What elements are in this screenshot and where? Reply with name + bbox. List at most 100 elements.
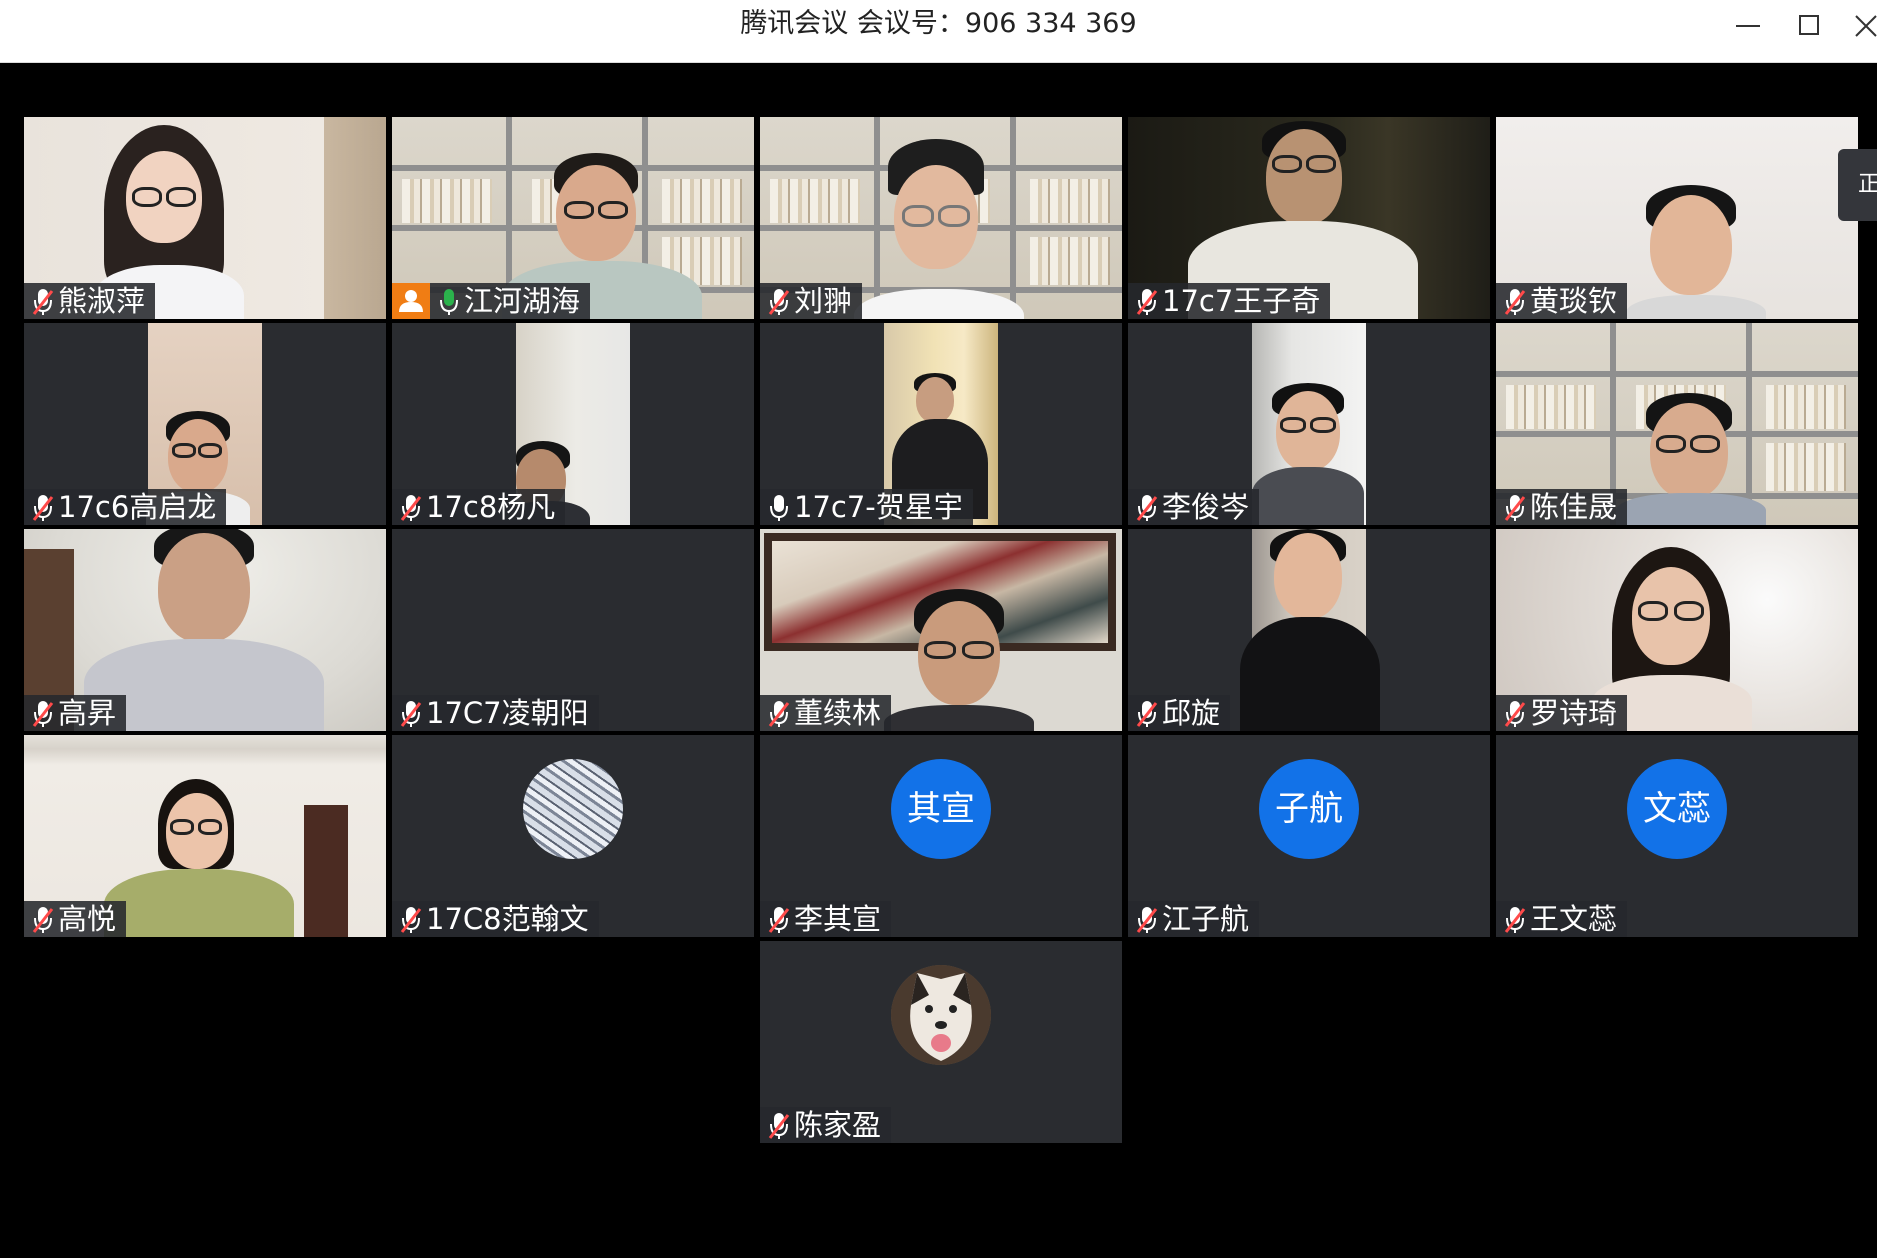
participant-name: 陈家盈 [794, 1108, 882, 1142]
participant-tile[interactable]: 熊淑萍 [24, 117, 386, 319]
host-badge [392, 283, 430, 319]
mic-muted-icon [1502, 286, 1528, 316]
person-icon [399, 290, 423, 312]
mic-muted-icon [398, 492, 424, 522]
participant-name-label: 17c6高启龙 [24, 489, 227, 525]
participant-name-label: 高悦 [24, 901, 127, 937]
participant-name: 李俊岑 [1162, 490, 1250, 524]
mic-muted-icon [1134, 904, 1160, 934]
avatar [523, 759, 623, 859]
maximize-button[interactable] [1782, 6, 1834, 46]
maximize-icon [1799, 15, 1819, 35]
mic-muted-icon [1134, 698, 1160, 728]
participant-name-label: 李俊岑 [1128, 489, 1260, 525]
mic-muted-icon [1134, 492, 1160, 522]
participant-tile[interactable]: 17c8杨凡 [392, 323, 754, 525]
participant-name-label: 熊淑萍 [24, 283, 156, 319]
participant-name: 李其宣 [794, 902, 882, 936]
mic-muted-icon [1502, 698, 1528, 728]
participant-name: 17c8杨凡 [426, 490, 556, 524]
participant-name: 陈佳晟 [1530, 490, 1618, 524]
avatar: 文蕊 [1627, 759, 1727, 859]
participant-name-label: 17C8范翰文 [392, 901, 599, 937]
participant-name-label: 董续林 [760, 695, 892, 731]
mic-muted-icon [1502, 492, 1528, 522]
participant-name-label: 17C7凌朝阳 [392, 695, 599, 731]
dog-avatar-image [891, 965, 991, 1065]
close-button[interactable] [1840, 6, 1877, 46]
participant-name-label: 陈家盈 [760, 1107, 892, 1143]
close-icon [1855, 15, 1877, 37]
mic-on-icon [766, 492, 792, 522]
participant-name-label: 高昇 [24, 695, 127, 731]
video-feed [1252, 323, 1366, 525]
participant-tile-speaking[interactable]: 江河湖海 [392, 117, 754, 319]
participant-name: 江子航 [1162, 902, 1250, 936]
participant-tile[interactable]: 子航 江子航 [1128, 735, 1490, 937]
participant-tile[interactable]: 高昇 [24, 529, 386, 731]
minimize-icon [1736, 25, 1760, 27]
participant-tile[interactable]: 文蕊 王文蕊 [1496, 735, 1858, 937]
participant-name-label: 17c7王子奇 [1128, 283, 1331, 319]
participant-tile[interactable]: 17c6高启龙 [24, 323, 386, 525]
title-bar: 腾讯会议 会议号：906 334 369 [0, 0, 1877, 63]
participant-tile[interactable]: 董续林 [760, 529, 1122, 731]
participant-name: 17c7-贺星宇 [794, 490, 963, 524]
participant-tile[interactable]: 罗诗琦 [1496, 529, 1858, 731]
mic-muted-icon [766, 1110, 792, 1140]
mic-muted-icon [1134, 286, 1160, 316]
mic-active-icon [436, 286, 462, 316]
participant-name: 刘翀 [794, 284, 853, 318]
participant-name-label: 陈佳晟 [1496, 489, 1628, 525]
participant-name: 黄琰钦 [1530, 284, 1618, 318]
participant-tile[interactable]: 陈家盈 [760, 941, 1122, 1143]
participant-tile[interactable]: 17C7凌朝阳 [392, 529, 754, 731]
participant-name: 董续林 [794, 696, 882, 730]
mic-muted-icon [30, 492, 56, 522]
mic-muted-icon [766, 698, 792, 728]
mic-muted-icon [30, 286, 56, 316]
participant-tile[interactable]: 其宣 李其宣 [760, 735, 1122, 937]
participant-name: 高悦 [58, 902, 117, 936]
participant-tile[interactable]: 17c7-贺星宇 [760, 323, 1122, 525]
mic-muted-icon [766, 904, 792, 934]
participant-name-label: 李其宣 [760, 901, 892, 937]
participant-name-label: 刘翀 [760, 283, 863, 319]
participant-name: 熊淑萍 [58, 284, 146, 318]
participant-tile[interactable]: 17C8范翰文 [392, 735, 754, 937]
participant-tile[interactable]: 李俊岑 [1128, 323, 1490, 525]
mic-muted-icon [766, 286, 792, 316]
avatar [891, 965, 991, 1065]
avatar: 其宣 [891, 759, 991, 859]
participant-name-label: 王文蕊 [1496, 901, 1628, 937]
participant-name: 17C8范翰文 [426, 902, 589, 936]
video-feed [1240, 529, 1380, 731]
participant-name: 王文蕊 [1530, 902, 1618, 936]
participant-tile[interactable]: 高悦 [24, 735, 386, 937]
mic-muted-icon [398, 904, 424, 934]
participant-tile[interactable]: 17c7王子奇 [1128, 117, 1490, 319]
minimize-button[interactable] [1722, 6, 1774, 46]
participant-name: 高昇 [58, 696, 117, 730]
participant-name: 江河湖海 [464, 284, 581, 318]
participant-name-label: 17c8杨凡 [392, 489, 566, 525]
participant-name: 17C7凌朝阳 [426, 696, 589, 730]
participant-name-label: 江河湖海 [392, 283, 591, 319]
participant-tile[interactable]: 陈佳晟 [1496, 323, 1858, 525]
participant-name-label: 黄琰钦 [1496, 283, 1628, 319]
mic-muted-icon [30, 698, 56, 728]
participant-name: 邱旋 [1162, 696, 1221, 730]
participant-name-label: 江子航 [1128, 901, 1260, 937]
side-panel-tab[interactable]: 正 [1838, 149, 1877, 221]
avatar: 子航 [1259, 759, 1359, 859]
participant-tile[interactable]: 刘翀 [760, 117, 1122, 319]
participant-name: 罗诗琦 [1530, 696, 1618, 730]
participant-tile[interactable]: 邱旋 [1128, 529, 1490, 731]
mic-muted-icon [1502, 904, 1528, 934]
participant-name-label: 邱旋 [1128, 695, 1231, 731]
mic-muted-icon [30, 904, 56, 934]
mic-muted-icon [398, 698, 424, 728]
participant-tile[interactable]: 黄琰钦 [1496, 117, 1858, 319]
video-grid: 熊淑萍 江河湖海 刘翀 17c7王子奇 黄琰钦 17c6高启龙 17c8杨凡 1… [0, 63, 1877, 1258]
window-title: 腾讯会议 会议号：906 334 369 [740, 8, 1137, 39]
